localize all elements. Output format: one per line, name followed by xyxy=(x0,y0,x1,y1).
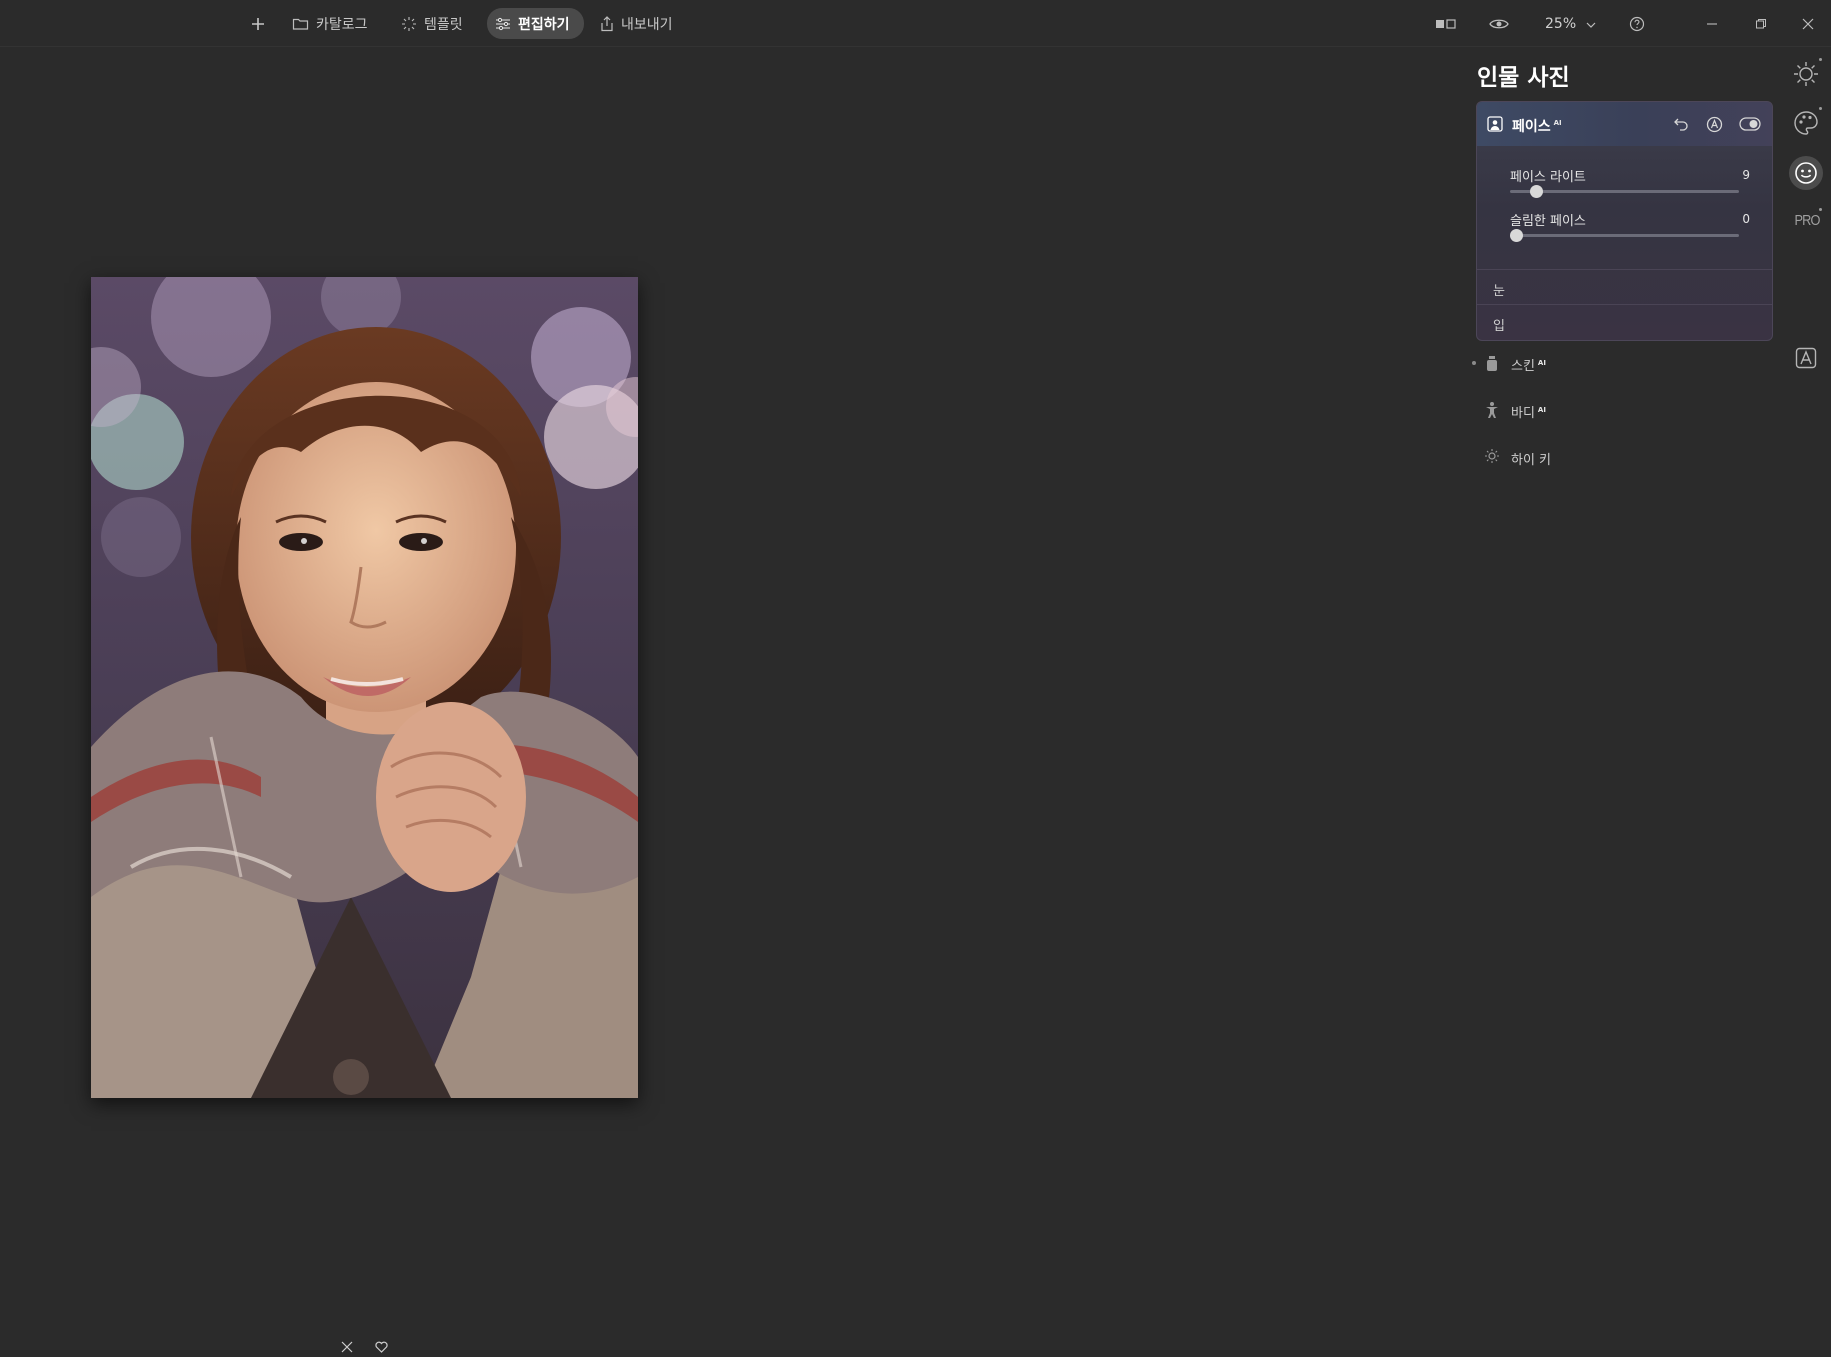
templates-label: 템플릿 xyxy=(424,16,463,33)
light-sun-icon[interactable] xyxy=(1789,57,1823,91)
face-light-label: 페이스 라이트 xyxy=(1510,170,1586,185)
rail-dot-1 xyxy=(1819,58,1822,61)
panel-title: 인물 사진 xyxy=(1477,65,1570,91)
close-icon[interactable] xyxy=(1796,12,1820,36)
toggle-visibility-icon[interactable] xyxy=(1738,114,1762,134)
color-palette-icon[interactable] xyxy=(1789,106,1823,140)
export-button[interactable]: 내보내기 xyxy=(592,8,681,39)
undo-icon[interactable] xyxy=(1671,114,1691,134)
high-key-sun-icon xyxy=(1484,448,1502,466)
edit-label: 편집하기 xyxy=(518,16,570,33)
body-figure-icon xyxy=(1484,401,1502,419)
high-key-label: 하이 키 xyxy=(1511,453,1552,468)
eye-icon[interactable] xyxy=(1487,12,1511,36)
minimize-icon[interactable] xyxy=(1700,12,1724,36)
sliders-icon xyxy=(495,17,511,31)
masking-icon[interactable] xyxy=(1789,341,1823,375)
sparkle-icon xyxy=(401,16,417,32)
heart-icon[interactable] xyxy=(375,1338,388,1353)
slim-face-thumb[interactable] xyxy=(1510,229,1523,242)
body-label-text: 바디 xyxy=(1511,406,1535,421)
face-title: 페이스 AI xyxy=(1512,116,1562,136)
face-light-track[interactable] xyxy=(1510,190,1739,193)
export-label: 내보내기 xyxy=(621,16,673,33)
compare-icon[interactable] xyxy=(1434,12,1458,36)
pro-label[interactable]: PRO xyxy=(1793,212,1822,234)
eyes-label: 눈 xyxy=(1493,284,1505,299)
face-section: 페이스 AI 페이스 라이트 9 슬림한 페이스 0 눈 입 xyxy=(1476,101,1773,341)
skin-ai-badge: AI xyxy=(1537,358,1546,367)
share-icon xyxy=(600,15,614,32)
folder-icon xyxy=(292,17,309,31)
face-title-text: 페이스 xyxy=(1512,119,1551,135)
skin-bottle-icon xyxy=(1484,354,1502,372)
skin-label: 스킨 AI xyxy=(1511,355,1546,374)
skin-label-text: 스킨 xyxy=(1511,359,1535,374)
slim-face-track[interactable] xyxy=(1510,234,1739,237)
face-light-value[interactable]: 9 xyxy=(1720,168,1750,182)
zoom-select[interactable]: 25% xyxy=(1545,12,1596,36)
portrait-face-icon[interactable] xyxy=(1789,156,1823,190)
top-toolbar: 카탈로그 템플릿 편집하기 내보내기 25% xyxy=(0,0,1831,47)
add-icon[interactable] xyxy=(246,12,270,36)
help-icon[interactable] xyxy=(1625,12,1649,36)
chevron-down-icon xyxy=(1586,16,1596,32)
edit-button[interactable]: 편집하기 xyxy=(487,8,584,39)
photo-canvas[interactable] xyxy=(61,257,666,1098)
face-ai-badge: AI xyxy=(1553,119,1562,128)
rail-dot-2 xyxy=(1819,107,1822,110)
restore-icon[interactable] xyxy=(1749,12,1773,36)
catalog-label: 카탈로그 xyxy=(316,16,368,33)
mask-icon[interactable] xyxy=(1704,114,1724,134)
face-section-header[interactable]: 페이스 AI xyxy=(1477,102,1772,146)
reject-icon[interactable] xyxy=(341,1338,353,1353)
portrait-icon xyxy=(1487,116,1503,132)
catalog-button[interactable]: 카탈로그 xyxy=(284,8,376,39)
slim-face-value[interactable]: 0 xyxy=(1720,212,1750,226)
body-ai-badge: AI xyxy=(1537,405,1546,414)
templates-button[interactable]: 템플릿 xyxy=(393,8,471,39)
portrait-photo xyxy=(61,257,666,1098)
body-label: 바디 AI xyxy=(1511,402,1546,421)
face-light-thumb[interactable] xyxy=(1529,185,1543,198)
zoom-value: 25% xyxy=(1545,16,1577,32)
mouth-label: 입 xyxy=(1493,319,1505,334)
mouth-subsection[interactable]: 입 xyxy=(1477,304,1772,339)
active-dot xyxy=(1472,361,1476,365)
eyes-subsection[interactable]: 눈 xyxy=(1477,269,1772,304)
rail-dot-3 xyxy=(1819,208,1822,211)
slim-face-label: 슬림한 페이스 xyxy=(1510,214,1586,229)
